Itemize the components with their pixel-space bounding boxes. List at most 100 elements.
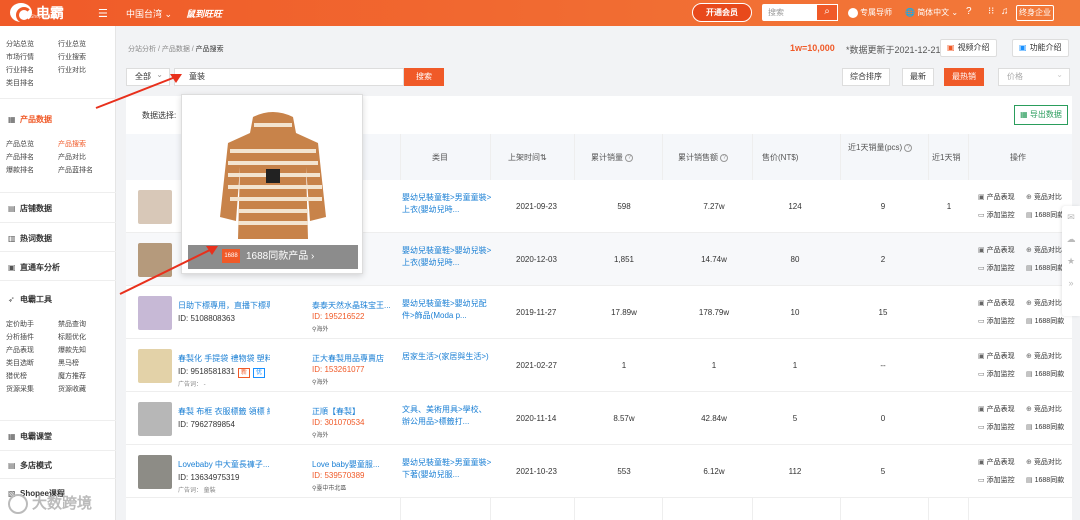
same-1688-link[interactable]: ▤ 1688同款 <box>1026 475 1064 485</box>
product-thumbnail[interactable] <box>138 455 172 489</box>
sidebar-item[interactable]: 定价助手 <box>6 318 34 331</box>
menu-icon[interactable]: ☰ <box>98 7 108 20</box>
sidebar-item[interactable]: 产品对比 <box>58 151 86 164</box>
search-icon[interactable]: ⌕ <box>816 4 838 21</box>
competitor-compare-link[interactable]: ⊕ 竞品对比 <box>1026 351 1062 361</box>
product-performance-link[interactable]: ▣ 产品表现 <box>978 457 1015 467</box>
vip-button[interactable]: 开通会员 <box>692 3 752 22</box>
product-title[interactable]: 春製 布框 衣服標籤 領標 織帶... <box>178 406 270 417</box>
add-monitor-link[interactable]: ▭ 添加监控 <box>978 316 1015 326</box>
sidebar-item[interactable]: 行业总览 <box>58 38 86 51</box>
user-menu[interactable]: 专属导师 <box>848 7 892 18</box>
product-thumbnail[interactable] <box>138 349 172 383</box>
shop-name[interactable]: Love baby嬰童服... <box>312 459 396 470</box>
sidebar-item[interactable]: 爆款先知 <box>58 344 86 357</box>
promo-banner[interactable]: 鼠到旺旺 <box>186 7 222 20</box>
sidebar-item[interactable]: 产品排名 <box>6 151 34 164</box>
search-button[interactable]: 搜索 <box>404 68 444 86</box>
shop-name[interactable]: 泰泰天然水晶珠宝王... <box>312 300 396 311</box>
product-performance-link[interactable]: ▣ 产品表现 <box>978 351 1015 361</box>
sidebar-item[interactable]: 行业排名 <box>6 64 34 77</box>
sidebar-item[interactable]: 分析插件 <box>6 331 34 344</box>
same-1688-link[interactable]: ▤ 1688同款 <box>1026 422 1064 432</box>
sidebar-item[interactable]: 标题优化 <box>58 331 86 344</box>
same-1688-link[interactable]: ▤ 1688同款 <box>1026 369 1064 379</box>
sidebar-item[interactable]: 猎优榜 <box>6 370 27 383</box>
product-thumbnail[interactable] <box>138 243 172 277</box>
language-select[interactable]: 🌐 简体中文 ⌄ <box>905 7 958 18</box>
category-path[interactable]: 嬰幼兒裝童鞋>男童童裝>上衣(嬰幼兒時... <box>402 192 492 216</box>
collapse-icon[interactable]: » <box>1062 272 1080 294</box>
sidebar-item[interactable]: 分站总览 <box>6 38 34 51</box>
product-preview-popup[interactable]: 1688 1688同款产品 › <box>181 94 363 274</box>
video-intro-button[interactable]: ▣ 视频介绍 <box>940 39 997 57</box>
region-select[interactable]: 中国台湾 ⌄ <box>126 7 172 20</box>
table-row[interactable]: 春製 布框 衣服標籤 領標 織帶... ID: 7962789854 正順【春製】I… <box>126 392 1072 445</box>
sidebar-item[interactable]: 货源收藏 <box>58 383 86 396</box>
table-row[interactable]: 春製化 手提袋 禮物袋 塑料袋 ... ID: 9518581831新优广告词： … <box>126 339 1072 392</box>
sidebar-item[interactable]: 市场行情 <box>6 51 34 64</box>
enterprise-badge[interactable]: 终身企业 <box>1016 5 1054 21</box>
sidebar-item[interactable]: 产品表现 <box>6 344 34 357</box>
sidebar-item[interactable]: 产品总览 <box>6 138 34 151</box>
sidebar-item[interactable]: 魔方推荐 <box>58 370 86 383</box>
search-input[interactable]: 童装 <box>174 68 404 86</box>
sidebar-section-product[interactable]: ▦ 产品数据 <box>8 114 52 125</box>
sidebar-item[interactable]: 货源采集 <box>6 383 34 396</box>
header-sales-1d[interactable]: 近1天销量(pcs) ? <box>848 142 913 153</box>
wechat-icon[interactable]: ☁ <box>1062 228 1080 250</box>
same-1688-link[interactable]: ▤ 1688同款 <box>1026 210 1064 220</box>
shop-name[interactable]: 正順【春製】 <box>312 406 396 417</box>
price-select[interactable]: 价格 <box>998 67 1070 86</box>
sort-newest-button[interactable]: 最新 <box>902 68 934 86</box>
export-button[interactable]: ▦ 导出数据 <box>1014 105 1068 125</box>
add-monitor-link[interactable]: ▭ 添加监控 <box>978 422 1015 432</box>
scope-select[interactable]: 全部 <box>126 67 170 86</box>
same-style-1688-button[interactable]: 1688 1688同款产品 › <box>188 245 358 269</box>
help-icon[interactable]: ? <box>966 6 972 17</box>
add-monitor-link[interactable]: ▭ 添加监控 <box>978 263 1015 273</box>
add-monitor-link[interactable]: ▭ 添加监控 <box>978 210 1015 220</box>
same-1688-link[interactable]: ▤ 1688同款 <box>1026 316 1064 326</box>
table-row[interactable]: Lovebaby 中大童長褲子... ID: 13634975319 广告词： 童裝… <box>126 445 1072 498</box>
header-price[interactable]: 售价(NT$) <box>762 152 798 163</box>
header-listed[interactable]: 上架时间⇅ <box>508 152 547 163</box>
chat-icon[interactable]: ✉ <box>1062 206 1080 228</box>
sort-bestselling-button[interactable]: 最热销 <box>944 68 984 86</box>
competitor-compare-link[interactable]: ⊕ 竞品对比 <box>1026 298 1062 308</box>
product-title[interactable]: Lovebaby 中大童長褲子... <box>178 459 270 470</box>
sidebar-section-hotword[interactable]: ▥ 热词数据 <box>8 233 52 244</box>
header-total-sales[interactable]: 累计销量 ? <box>591 152 634 163</box>
bell-icon[interactable]: ♫ <box>1001 6 1009 17</box>
category-path[interactable]: 文具、美術用具>學校、辦公用品>標籤打... <box>402 404 492 428</box>
header-sales-1d-b[interactable]: 近1天销 <box>932 152 960 163</box>
top-search-input[interactable]: 搜索 ⌕ <box>762 4 838 21</box>
sidebar-section-course[interactable]: ▦ 电霸课堂 <box>8 431 52 442</box>
category-path[interactable]: 居家生活>(家居與生活>) <box>402 351 492 363</box>
add-monitor-link[interactable]: ▭ 添加监控 <box>978 369 1015 379</box>
product-thumbnail[interactable] <box>138 296 172 330</box>
sidebar-item[interactable]: 黑马榜 <box>58 357 79 370</box>
apps-grid-icon[interactable]: ⁝⁝ <box>988 6 994 17</box>
competitor-compare-link[interactable]: ⊕ 竞品对比 <box>1026 457 1062 467</box>
add-monitor-link[interactable]: ▭ 添加监控 <box>978 475 1015 485</box>
category-path[interactable]: 嬰幼兒裝童鞋>男童童裝>下著(嬰幼兒服... <box>402 457 492 481</box>
star-icon[interactable]: ★ <box>1062 250 1080 272</box>
sidebar-item[interactable]: 行业搜索 <box>58 51 86 64</box>
competitor-compare-link[interactable]: ⊕ 竞品对比 <box>1026 245 1062 255</box>
header-total-revenue[interactable]: 累计销售额 ? <box>678 152 729 163</box>
product-title[interactable]: 日助下標專用，直播下標專拍... <box>178 300 270 311</box>
product-performance-link[interactable]: ▣ 产品表现 <box>978 404 1015 414</box>
sort-overall-button[interactable]: 综合排序 <box>842 68 890 86</box>
competitor-compare-link[interactable]: ⊕ 竞品对比 <box>1026 404 1062 414</box>
product-title[interactable]: 春製化 手提袋 禮物袋 塑料袋 ... <box>178 353 270 364</box>
product-performance-link[interactable]: ▣ 产品表现 <box>978 245 1015 255</box>
sidebar-item[interactable]: 产品蓝排名 <box>58 164 93 177</box>
sidebar-section-ads[interactable]: ▣ 直通车分析 <box>8 262 60 273</box>
table-row[interactable]: 日助下標專用，直播下標專拍... ID: 5108808363 泰泰天然水晶珠宝王.… <box>126 286 1072 339</box>
competitor-compare-link[interactable]: ⊕ 竞品对比 <box>1026 192 1062 202</box>
sidebar-item[interactable]: 爆款排名 <box>6 164 34 177</box>
sidebar-item[interactable]: 类目选断 <box>6 357 34 370</box>
shop-name[interactable]: 正大春製用品專賣店 <box>312 353 396 364</box>
product-performance-link[interactable]: ▣ 产品表现 <box>978 298 1015 308</box>
